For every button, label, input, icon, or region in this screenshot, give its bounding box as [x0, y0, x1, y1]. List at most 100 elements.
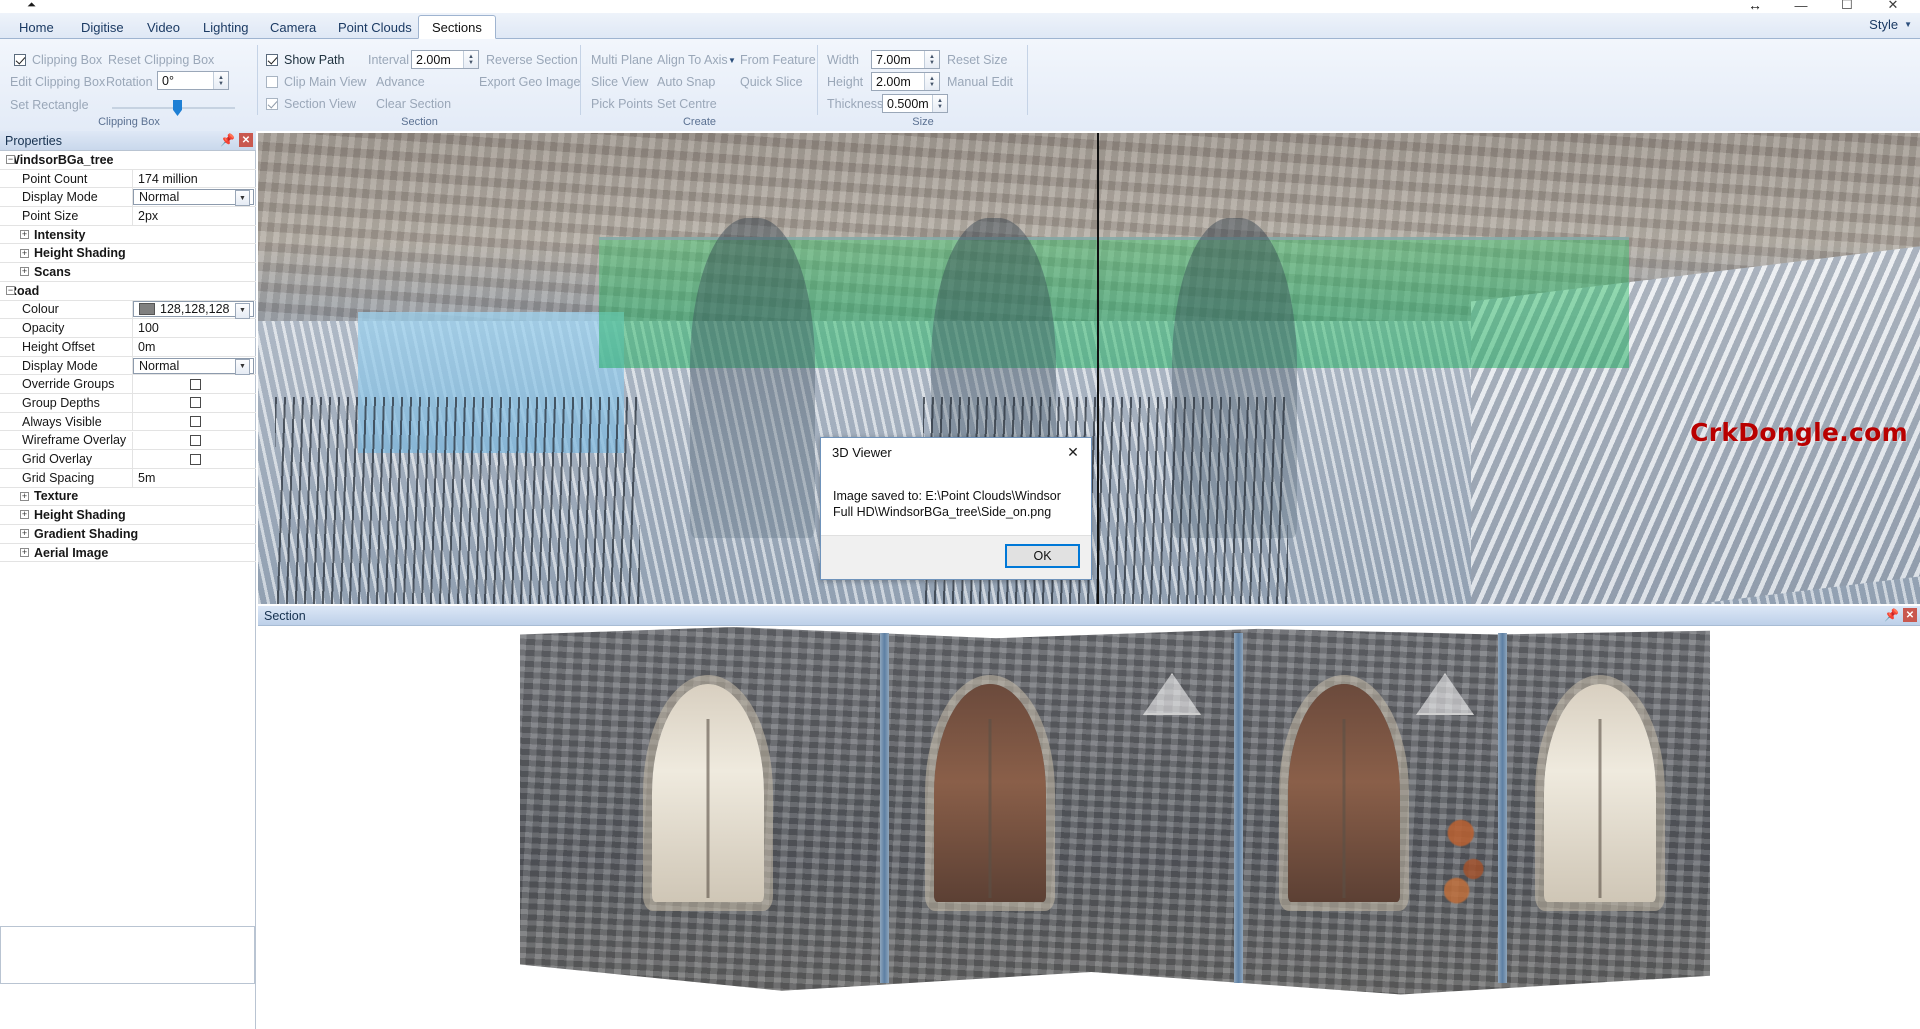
tab-camera[interactable]: Camera: [257, 15, 329, 39]
override-groups-checkbox[interactable]: [190, 379, 201, 390]
property-row-grid-overlay[interactable]: Grid Overlay: [0, 450, 256, 469]
expander-icon[interactable]: +: [20, 492, 29, 501]
dialog-close-icon[interactable]: ✕: [1055, 438, 1091, 466]
property-subgroup-aerial-image[interactable]: + Aerial Image: [0, 544, 256, 563]
expander-icon[interactable]: −: [6, 286, 15, 295]
edit-clipping-box-button[interactable]: Edit Clipping Box: [10, 75, 105, 90]
interval-spinner[interactable]: 2.00m ▲▼: [411, 50, 479, 69]
clip-main-view-checkbox[interactable]: [266, 76, 278, 88]
thickness-spinner[interactable]: 0.500m ▲▼: [882, 94, 948, 113]
group-depths-checkbox[interactable]: [190, 397, 201, 408]
set-rectangle-button[interactable]: Set Rectangle: [10, 98, 89, 113]
property-group-windsorbga-tree[interactable]: − WindsorBGa_tree: [0, 151, 256, 170]
export-geo-image-button[interactable]: Export Geo Image: [479, 75, 580, 90]
close-button[interactable]: ✕: [1870, 0, 1916, 14]
thickness-spinner-arrows[interactable]: ▲▼: [932, 95, 947, 112]
tab-sections[interactable]: Sections: [418, 15, 496, 39]
show-path-label[interactable]: Show Path: [284, 53, 344, 68]
chevron-down-icon[interactable]: ▼: [235, 190, 250, 206]
property-subgroup-height-shading[interactable]: + Height Shading: [0, 245, 256, 264]
interval-value[interactable]: 2.00m: [412, 53, 463, 67]
property-row-always-visible[interactable]: Always Visible: [0, 413, 256, 432]
expander-icon[interactable]: +: [20, 548, 29, 557]
section-view-canvas[interactable]: [258, 627, 1920, 1029]
expander-icon[interactable]: +: [20, 529, 29, 538]
reverse-section-button[interactable]: Reverse Section: [486, 53, 578, 68]
section-view-label[interactable]: Section View: [284, 97, 356, 112]
advance-button[interactable]: Advance: [376, 75, 425, 90]
show-path-checkbox[interactable]: [266, 54, 278, 66]
property-subgroup-gradient-shading[interactable]: + Gradient Shading: [0, 525, 256, 544]
rotation-spinner-arrows[interactable]: ▲▼: [213, 72, 228, 89]
close-icon[interactable]: ✕: [239, 133, 253, 147]
property-row-opacity[interactable]: Opacity 100: [0, 319, 256, 338]
clip-main-view-label[interactable]: Clip Main View: [284, 75, 366, 90]
section-plane-line[interactable]: [1097, 133, 1099, 604]
tab-point-clouds[interactable]: Point Clouds: [325, 15, 425, 39]
rotation-slider-thumb[interactable]: [173, 100, 182, 116]
grid-overlay-checkbox[interactable]: [190, 454, 201, 465]
reset-clipping-box-button[interactable]: Reset Clipping Box: [108, 53, 214, 68]
width-spinner-arrows[interactable]: ▲▼: [924, 51, 939, 68]
pick-points-button[interactable]: Pick Points: [591, 97, 653, 112]
property-subgroup-height-shading-road[interactable]: + Height Shading: [0, 506, 256, 525]
tab-lighting[interactable]: Lighting: [190, 15, 262, 39]
maximize-button[interactable]: ☐: [1824, 0, 1870, 14]
width-spinner[interactable]: 7.00m ▲▼: [871, 50, 940, 69]
property-row-grid-spacing[interactable]: Grid Spacing 5m: [0, 469, 256, 488]
expander-icon[interactable]: +: [20, 249, 29, 258]
clipping-box-checkbox[interactable]: [14, 54, 26, 66]
property-row-display-mode-cloud[interactable]: Display Mode Normal ▼: [0, 188, 256, 207]
property-row-wireframe-overlay[interactable]: Wireframe Overlay: [0, 432, 256, 451]
clear-section-button[interactable]: Clear Section: [376, 97, 451, 112]
multi-plane-button[interactable]: Multi Plane: [591, 53, 653, 68]
quick-slice-button[interactable]: Quick Slice: [740, 75, 803, 90]
wireframe-overlay-checkbox[interactable]: [190, 435, 201, 446]
reset-size-button[interactable]: Reset Size: [947, 53, 1007, 68]
rotation-value[interactable]: 0°: [158, 74, 213, 88]
align-to-axis-button[interactable]: Align To Axis: [657, 53, 728, 68]
pin-icon[interactable]: 📌: [220, 134, 235, 146]
tab-video[interactable]: Video: [134, 15, 193, 39]
always-visible-checkbox[interactable]: [190, 416, 201, 427]
restore-down-button[interactable]: ↔: [1732, 0, 1778, 14]
clipping-box-label[interactable]: Clipping Box: [32, 53, 102, 68]
property-group-road[interactable]: − Road: [0, 282, 256, 301]
chevron-down-icon[interactable]: ▼: [235, 359, 250, 375]
width-value[interactable]: 7.00m: [872, 53, 924, 67]
property-row-colour[interactable]: Colour 128,128,128 ▼: [0, 301, 256, 320]
from-feature-button[interactable]: From Feature: [740, 53, 816, 68]
height-spinner[interactable]: 2.00m ▲▼: [871, 72, 940, 91]
tab-home[interactable]: Home: [6, 15, 67, 39]
chevron-down-icon[interactable]: ▼: [235, 303, 250, 319]
property-row-override-groups[interactable]: Override Groups: [0, 375, 256, 394]
dialog-ok-button[interactable]: OK: [1005, 544, 1080, 568]
minimize-button[interactable]: —: [1778, 0, 1824, 14]
expander-icon[interactable]: +: [20, 230, 29, 239]
property-row-point-count[interactable]: Point Count 174 million: [0, 170, 256, 189]
set-centre-button[interactable]: Set Centre: [657, 97, 717, 112]
section-view-checkbox[interactable]: [266, 98, 278, 110]
expander-icon[interactable]: +: [20, 510, 29, 519]
interval-spinner-arrows[interactable]: ▲▼: [463, 51, 478, 68]
slice-view-button[interactable]: Slice View: [591, 75, 648, 90]
manual-edit-button[interactable]: Manual Edit: [947, 75, 1013, 90]
height-value[interactable]: 2.00m: [872, 75, 924, 89]
expander-icon[interactable]: −: [6, 155, 15, 164]
property-row-height-offset[interactable]: Height Offset 0m: [0, 338, 256, 357]
auto-snap-button[interactable]: Auto Snap: [657, 75, 715, 90]
close-icon[interactable]: ✕: [1903, 608, 1917, 622]
property-row-point-size[interactable]: Point Size 2px: [0, 207, 256, 226]
align-to-axis-chevron-down-icon[interactable]: ▼: [728, 56, 736, 65]
property-row-group-depths[interactable]: Group Depths: [0, 394, 256, 413]
height-spinner-arrows[interactable]: ▲▼: [924, 73, 939, 90]
colour-swatch[interactable]: [139, 303, 155, 315]
expander-icon[interactable]: +: [20, 267, 29, 276]
property-subgroup-intensity[interactable]: + Intensity: [0, 226, 256, 245]
quick-access-dropdown-icon[interactable]: ⏶: [27, 0, 36, 11]
property-subgroup-texture[interactable]: + Texture: [0, 488, 256, 507]
property-row-display-mode-road[interactable]: Display Mode Normal ▼: [0, 357, 256, 376]
tab-digitise[interactable]: Digitise: [68, 15, 137, 39]
property-subgroup-scans[interactable]: + Scans: [0, 263, 256, 282]
thickness-value[interactable]: 0.500m: [883, 97, 932, 111]
